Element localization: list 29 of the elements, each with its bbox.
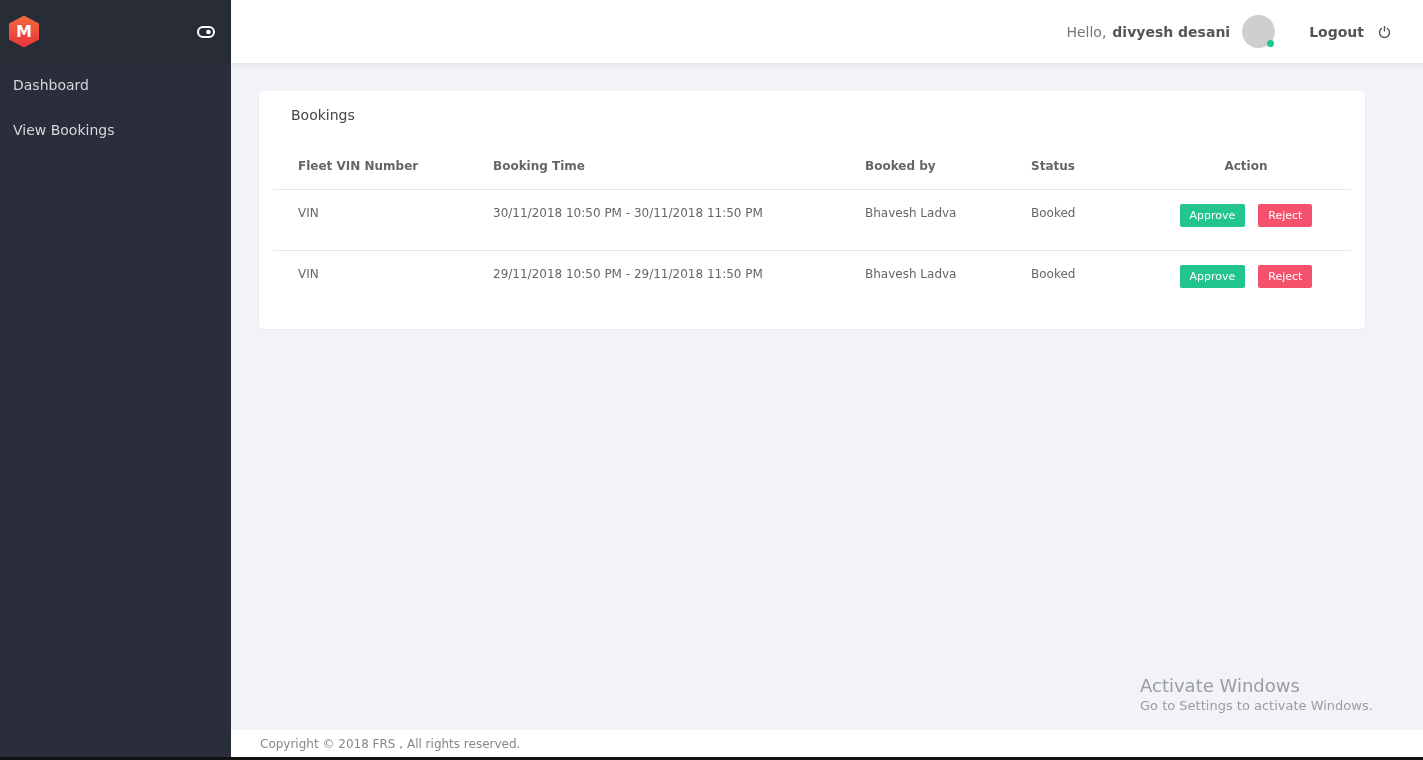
toggle-icon[interactable] xyxy=(197,25,215,38)
approve-button[interactable]: Approve xyxy=(1179,204,1246,227)
column-header: Action xyxy=(1141,155,1351,190)
column-header: Fleet VIN Number xyxy=(273,155,468,190)
table-cell: 30/11/2018 10:50 PM - 30/11/2018 11:50 PM xyxy=(468,189,840,251)
activation-title: Activate Windows xyxy=(1140,675,1301,696)
activation-text: Go to Settings to activate Windows. xyxy=(1140,698,1373,713)
copyright-text: Copyright © 2018 FRS , All rights reserved. xyxy=(260,736,521,751)
table-cell: VIN xyxy=(273,189,468,251)
table-cell: Booked xyxy=(1006,250,1141,311)
sidebar-item[interactable]: View Bookings xyxy=(0,119,231,164)
reject-button[interactable]: Reject xyxy=(1258,265,1313,288)
table-cell: VIN xyxy=(273,250,468,311)
column-header: Status xyxy=(1006,155,1141,190)
greeting-text: Hello, xyxy=(1066,23,1107,40)
approve-button[interactable]: Approve xyxy=(1179,265,1246,288)
sidebar-item[interactable]: Dashboard xyxy=(0,74,231,119)
power-icon[interactable] xyxy=(1378,24,1391,39)
table-cell: Bhavesh Ladva xyxy=(840,189,1006,251)
card-title: Bookings xyxy=(291,107,356,123)
table-cell: 29/11/2018 10:50 PM - 29/11/2018 11:50 PM xyxy=(468,250,840,311)
table-cell: Booked xyxy=(1006,189,1141,251)
column-header: Booking Time xyxy=(468,155,840,190)
logo: M xyxy=(9,15,39,48)
logout-link[interactable]: Logout xyxy=(1309,23,1364,40)
table-cell: Bhavesh Ladva xyxy=(840,250,1006,311)
column-header: Booked by xyxy=(840,155,1006,190)
reject-button[interactable]: Reject xyxy=(1258,204,1313,227)
user-name: divyesh desani xyxy=(1112,23,1231,40)
